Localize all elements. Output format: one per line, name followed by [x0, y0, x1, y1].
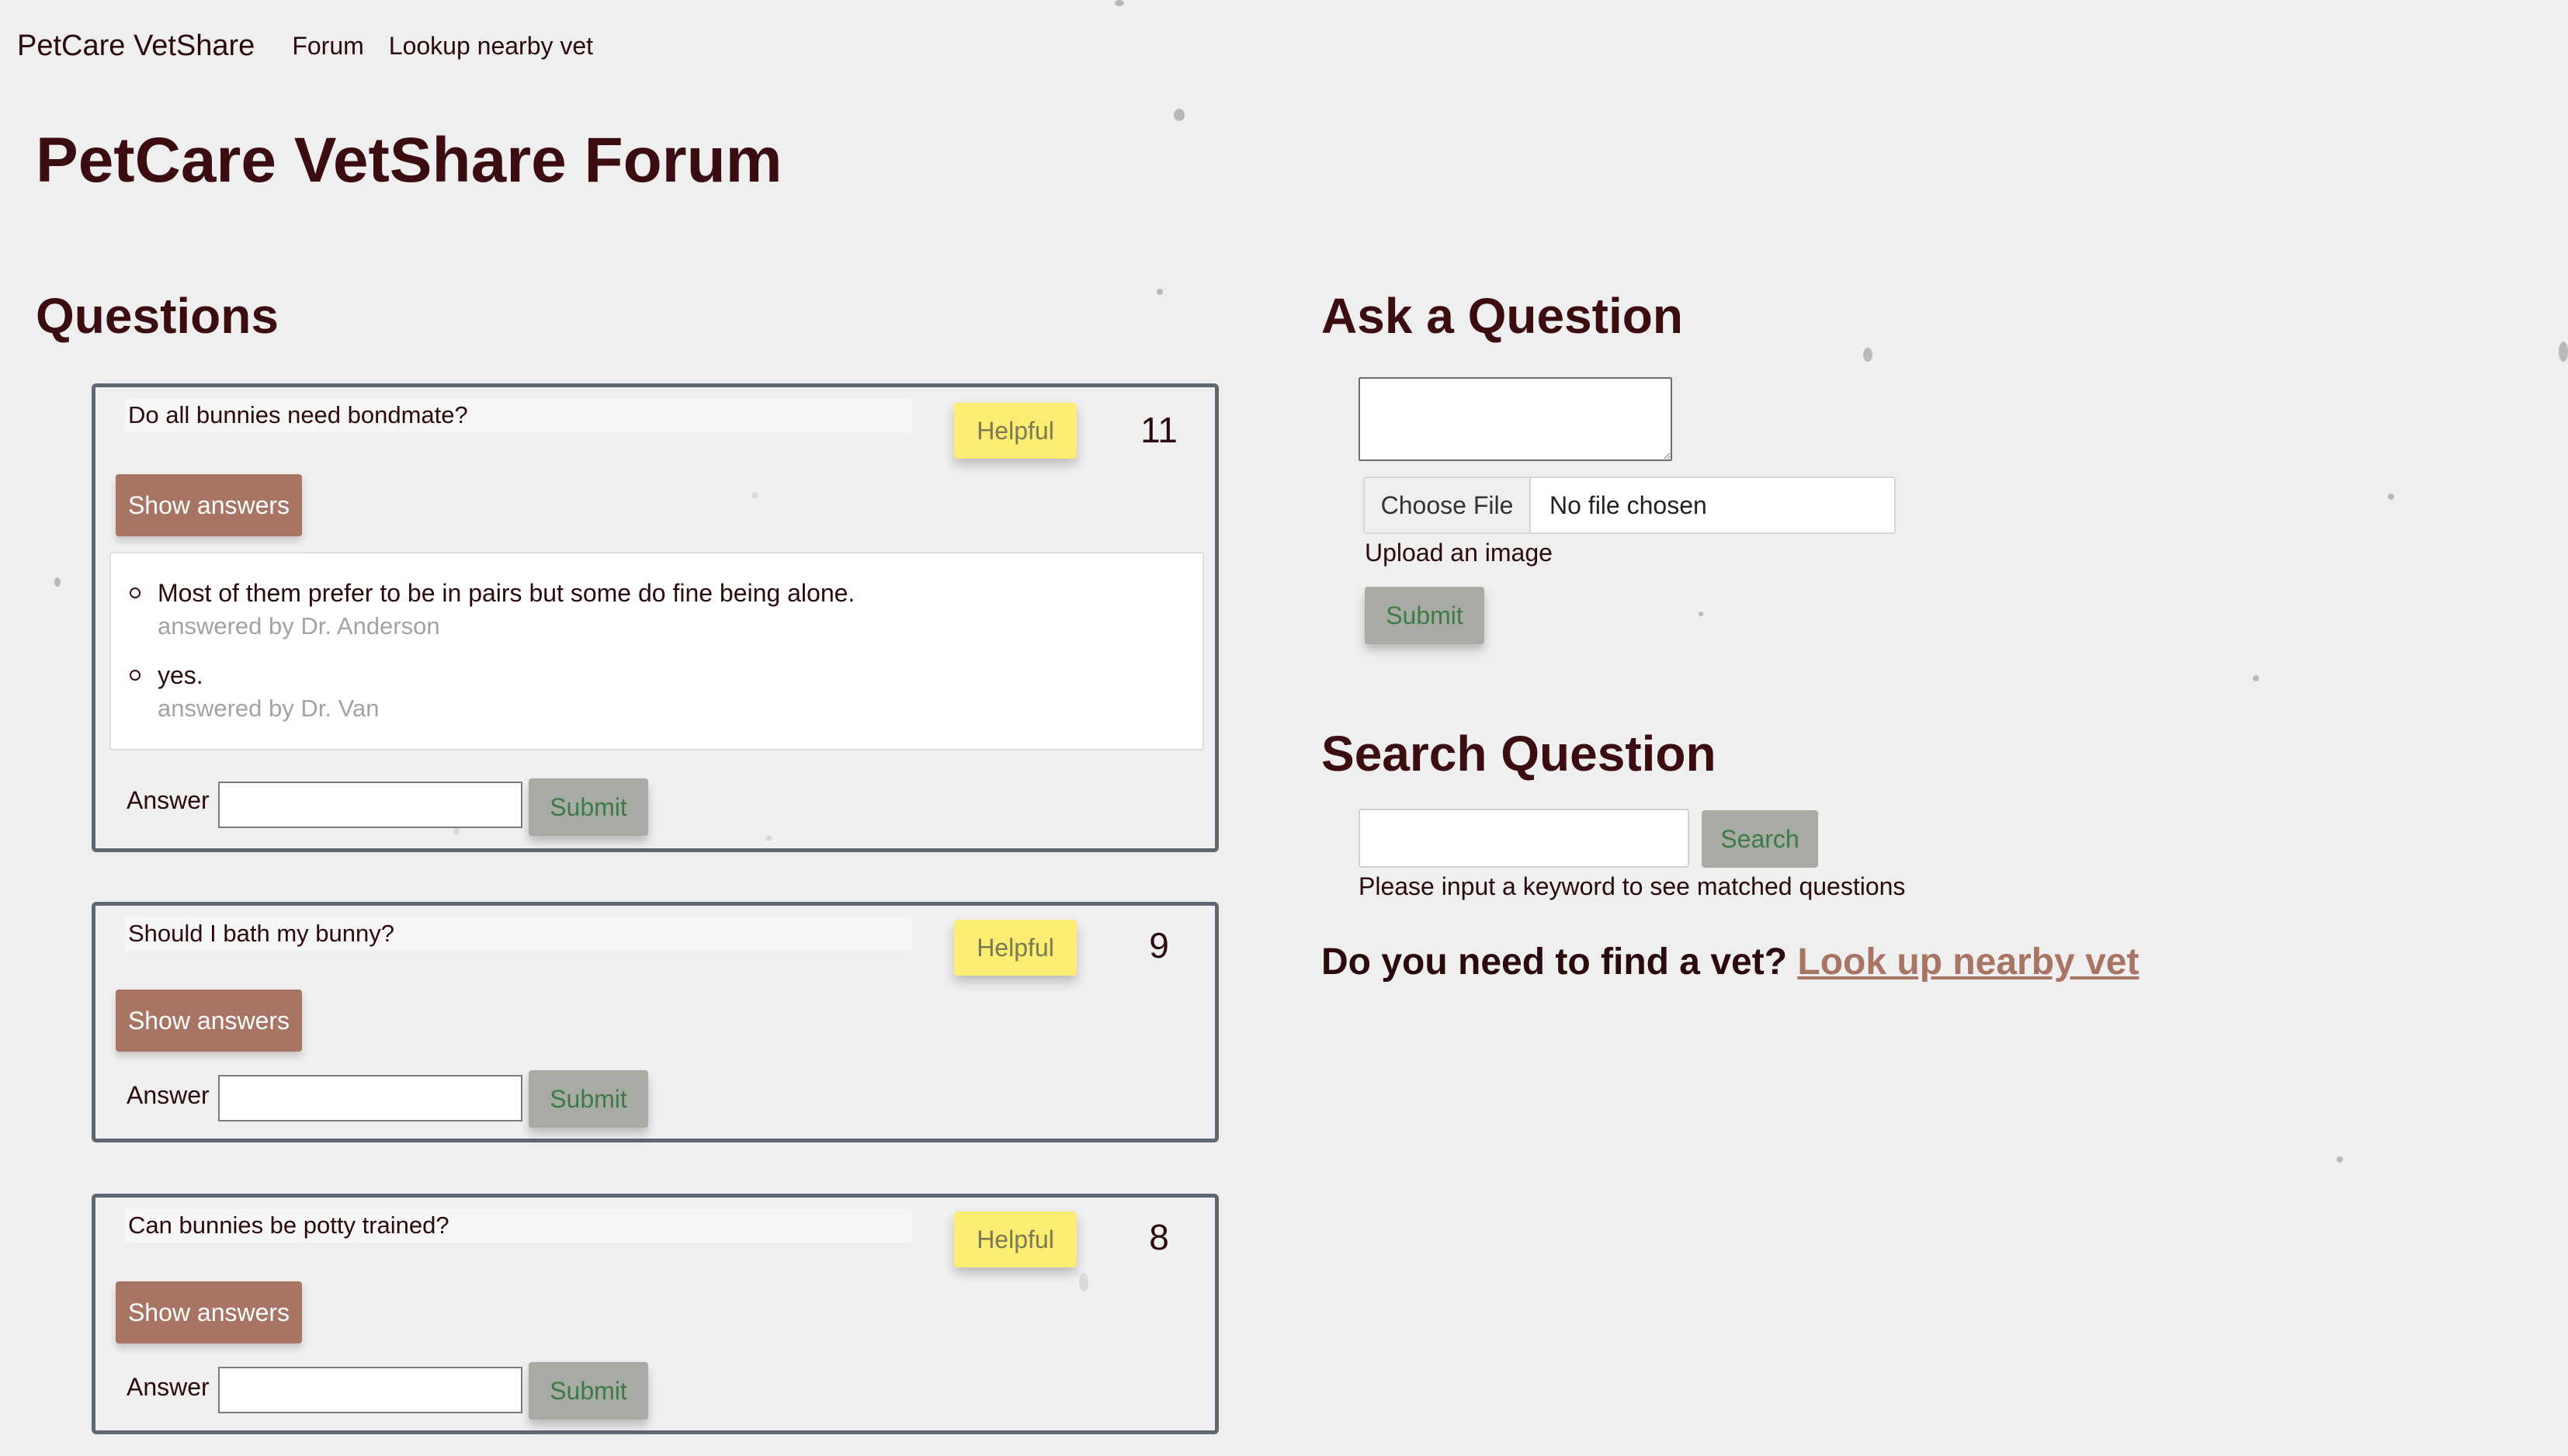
- background-speck: [1157, 289, 1163, 295]
- answer-label: Answer: [127, 1373, 210, 1401]
- answer-item: Most of them prefer to be in pairs but s…: [129, 577, 855, 643]
- background-speck: [1863, 348, 1872, 362]
- question-card: Can bunnies be potty trained? Helpful 8 …: [92, 1194, 1219, 1434]
- background-speck: [54, 577, 61, 587]
- helpful-count: 9: [1149, 925, 1169, 965]
- background-speck: [2337, 1156, 2343, 1163]
- answer-submit-button[interactable]: Submit: [529, 1362, 648, 1420]
- questions-heading: Questions: [36, 288, 279, 344]
- choose-file-button[interactable]: Choose File: [1365, 478, 1531, 532]
- search-input[interactable]: [1359, 809, 1689, 868]
- helpful-button[interactable]: Helpful: [954, 1212, 1077, 1267]
- background-speck: [2388, 494, 2394, 500]
- background-speck: [2253, 675, 2259, 681]
- answer-text: yes.: [158, 661, 203, 689]
- answer-input[interactable]: [218, 1075, 522, 1121]
- show-answers-button[interactable]: Show answers: [116, 1281, 302, 1343]
- brand-logo-text[interactable]: PetCare VetShare: [17, 29, 255, 63]
- helpful-button[interactable]: Helpful: [954, 920, 1077, 976]
- background-speck: [1174, 109, 1185, 121]
- show-answers-button[interactable]: Show answers: [116, 990, 302, 1052]
- search-question-heading: Search Question: [1321, 726, 1716, 782]
- answer-text: Most of them prefer to be in pairs but s…: [158, 579, 855, 607]
- helpful-count: 11: [1140, 410, 1178, 450]
- ask-submit-button[interactable]: Submit: [1365, 587, 1484, 644]
- answers-list: Most of them prefer to be in pairs but s…: [109, 552, 1204, 751]
- ask-question-heading: Ask a Question: [1321, 288, 1683, 344]
- question-text: Should I bath my bunny?: [125, 917, 912, 951]
- background-speck: [1115, 0, 1124, 6]
- search-button[interactable]: Search: [1702, 810, 1818, 868]
- question-text: Can bunnies be potty trained?: [125, 1208, 912, 1243]
- find-vet-prompt: Do you need to find a vet? Look up nearb…: [1321, 941, 2139, 983]
- nav-link-lookup-vet[interactable]: Lookup nearby vet: [389, 32, 593, 61]
- answer-input[interactable]: [218, 782, 522, 828]
- find-vet-text: Do you need to find a vet?: [1321, 941, 1788, 983]
- page-title: PetCare VetShare Forum: [36, 125, 783, 196]
- answer-input[interactable]: [218, 1367, 522, 1413]
- answer-submit-button[interactable]: Submit: [529, 1070, 648, 1128]
- question-card: Do all bunnies need bondmate? Helpful 11…: [92, 383, 1219, 852]
- file-status-text: No file chosen: [1549, 491, 1707, 519]
- nav-link-forum[interactable]: Forum: [292, 32, 363, 61]
- answer-author: answered by Dr. Anderson: [158, 612, 440, 640]
- file-upload-field[interactable]: Choose File No file chosen: [1363, 477, 1896, 534]
- lookup-vet-link[interactable]: Look up nearby vet: [1797, 941, 2139, 983]
- show-answers-button[interactable]: Show answers: [116, 474, 302, 536]
- answer-item: yes. answered by Dr. Van: [129, 659, 855, 726]
- answer-author: answered by Dr. Van: [158, 695, 380, 722]
- question-text: Do all bunnies need bondmate?: [125, 398, 912, 432]
- background-speck: [1699, 612, 1703, 616]
- answer-label: Answer: [127, 1081, 210, 1109]
- background-speck: [2559, 341, 2568, 362]
- question-card: Should I bath my bunny? Helpful 9 Show a…: [92, 902, 1219, 1142]
- top-navbar: PetCare VetShare Forum Lookup nearby vet: [17, 26, 618, 65]
- upload-image-label: Upload an image: [1365, 539, 1553, 567]
- page: PetCare VetShare Forum Lookup nearby vet…: [0, 0, 2568, 1456]
- answer-label: Answer: [127, 786, 210, 814]
- answer-submit-button[interactable]: Submit: [529, 778, 648, 836]
- question-textarea[interactable]: [1359, 377, 1672, 461]
- search-hint-text: Please input a keyword to see matched qu…: [1359, 872, 1906, 900]
- helpful-count: 8: [1149, 1217, 1169, 1257]
- helpful-button[interactable]: Helpful: [954, 403, 1077, 459]
